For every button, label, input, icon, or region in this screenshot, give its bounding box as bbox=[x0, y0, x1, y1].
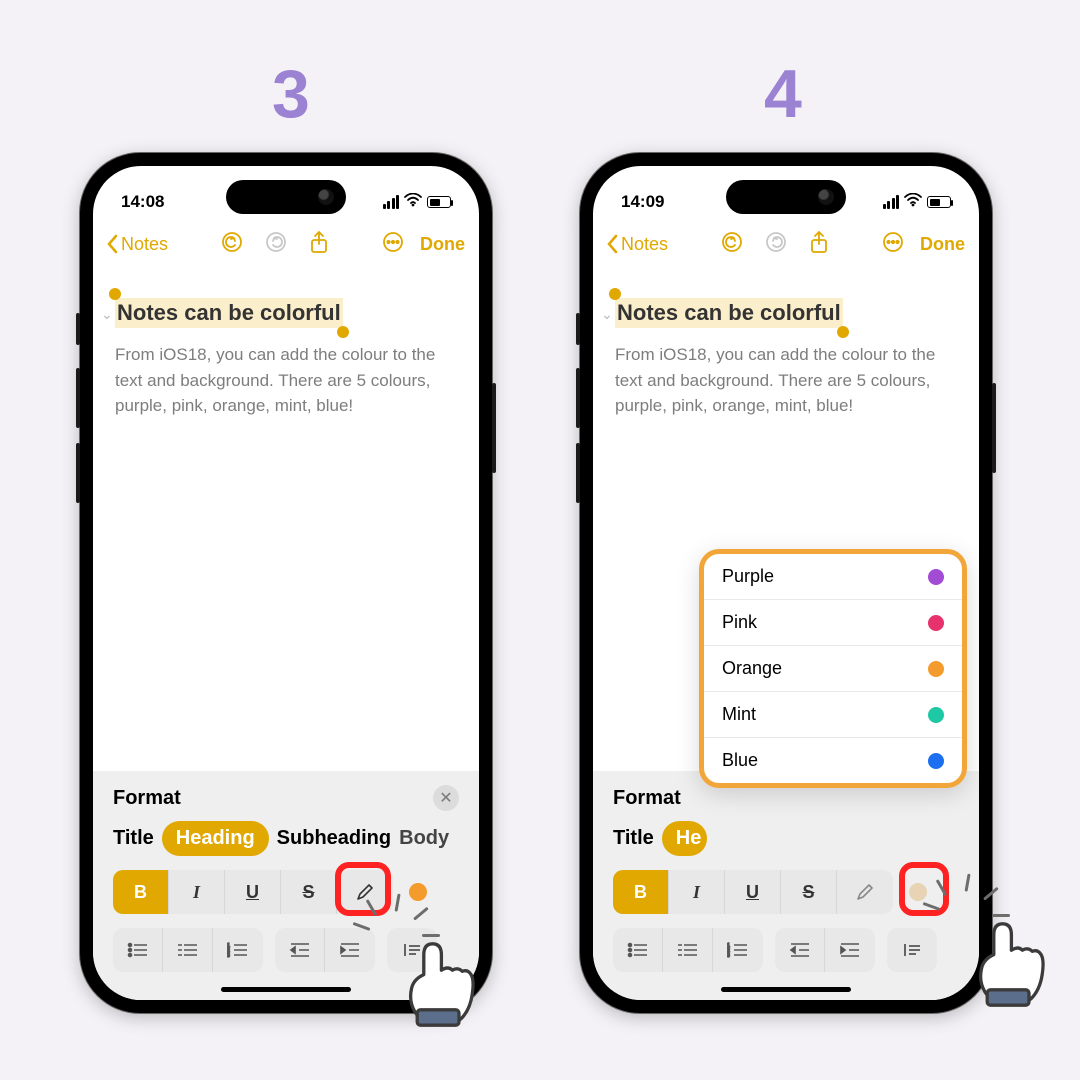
collapse-chevron-icon[interactable]: ⌄ bbox=[601, 306, 613, 323]
phone-left: 14:08 Notes Done bbox=[80, 153, 492, 1013]
number-list-button[interactable]: 123 bbox=[713, 928, 763, 972]
more-icon[interactable] bbox=[382, 231, 404, 258]
number-list-button[interactable]: 123 bbox=[213, 928, 263, 972]
home-indicator[interactable] bbox=[721, 987, 851, 992]
style-title[interactable]: Title bbox=[113, 827, 154, 850]
highlight-pencil-button[interactable] bbox=[337, 870, 393, 914]
note-body-text[interactable]: From iOS18, you can add the colour to th… bbox=[615, 342, 957, 419]
color-option-blue[interactable]: Blue bbox=[704, 738, 962, 783]
phone-right: 14:09 Notes Done bbox=[580, 153, 992, 1013]
dash-list-button[interactable] bbox=[163, 928, 213, 972]
color-dot bbox=[928, 707, 944, 723]
nav-bar: Notes Done bbox=[593, 222, 979, 266]
color-label: Purple bbox=[722, 566, 774, 587]
close-icon[interactable]: ✕ bbox=[433, 785, 459, 811]
text-color-swatch[interactable] bbox=[909, 883, 927, 901]
share-icon[interactable] bbox=[309, 230, 329, 259]
underline-button[interactable]: U bbox=[725, 870, 781, 914]
color-option-orange[interactable]: Orange bbox=[704, 646, 962, 692]
color-label: Mint bbox=[722, 704, 756, 725]
more-icon[interactable] bbox=[882, 231, 904, 258]
format-panel: Format Title He B I U S bbox=[593, 771, 979, 1000]
color-label: Orange bbox=[722, 658, 782, 679]
color-option-purple[interactable]: Purple bbox=[704, 554, 962, 600]
back-label: Notes bbox=[621, 234, 668, 255]
status-bar: 14:09 bbox=[593, 166, 979, 222]
note-title-selected[interactable]: Notes can be colorful bbox=[115, 298, 343, 328]
done-button[interactable]: Done bbox=[420, 234, 465, 255]
italic-button[interactable]: I bbox=[169, 870, 225, 914]
signal-icon bbox=[383, 195, 400, 209]
status-bar: 14:08 bbox=[93, 166, 479, 222]
redo-icon bbox=[265, 231, 287, 258]
style-heading[interactable]: Heading bbox=[162, 821, 269, 856]
strike-button[interactable]: S bbox=[281, 870, 337, 914]
style-body[interactable]: Body bbox=[399, 827, 449, 850]
style-title[interactable]: Title bbox=[613, 827, 654, 850]
pointer-hand-icon bbox=[952, 904, 1062, 1014]
wifi-icon bbox=[404, 193, 422, 212]
pointer-hand-icon bbox=[382, 924, 492, 1034]
color-dot bbox=[928, 569, 944, 585]
color-dot bbox=[928, 661, 944, 677]
battery-icon bbox=[927, 196, 951, 208]
color-picker-popup: Purple Pink Orange Mint Blue bbox=[699, 549, 967, 788]
undo-icon[interactable] bbox=[721, 231, 743, 258]
format-title: Format bbox=[113, 787, 181, 810]
highlight-pencil-button[interactable] bbox=[837, 870, 893, 914]
clock: 14:09 bbox=[621, 192, 664, 212]
clock: 14:08 bbox=[121, 192, 164, 212]
indent-button[interactable] bbox=[325, 928, 375, 972]
strike-button[interactable]: S bbox=[781, 870, 837, 914]
svg-text:3: 3 bbox=[727, 953, 730, 958]
color-label: Blue bbox=[722, 750, 758, 771]
underline-button[interactable]: U bbox=[225, 870, 281, 914]
color-dot bbox=[928, 753, 944, 769]
bold-button[interactable]: B bbox=[113, 870, 169, 914]
bullet-list-button[interactable] bbox=[613, 928, 663, 972]
redo-icon bbox=[765, 231, 787, 258]
note-body-text[interactable]: From iOS18, you can add the colour to th… bbox=[115, 342, 457, 419]
style-heading[interactable]: He bbox=[662, 821, 708, 856]
bullet-list-button[interactable] bbox=[113, 928, 163, 972]
color-option-mint[interactable]: Mint bbox=[704, 692, 962, 738]
color-label: Pink bbox=[722, 612, 757, 633]
format-title: Format bbox=[613, 787, 681, 810]
home-indicator[interactable] bbox=[221, 987, 351, 992]
color-dot bbox=[928, 615, 944, 631]
block-quote-button[interactable] bbox=[887, 928, 937, 972]
wifi-icon bbox=[904, 193, 922, 212]
step-number-3: 3 bbox=[272, 55, 311, 133]
back-button[interactable]: Notes bbox=[607, 234, 668, 255]
battery-icon bbox=[427, 196, 451, 208]
note-title-selected[interactable]: Notes can be colorful bbox=[615, 298, 843, 328]
step-number-4: 4 bbox=[764, 55, 803, 133]
nav-bar: Notes Done bbox=[93, 222, 479, 266]
italic-button[interactable]: I bbox=[669, 870, 725, 914]
svg-text:3: 3 bbox=[227, 953, 230, 958]
outdent-button[interactable] bbox=[275, 928, 325, 972]
text-color-swatch[interactable] bbox=[409, 883, 427, 901]
back-label: Notes bbox=[121, 234, 168, 255]
collapse-chevron-icon[interactable]: ⌄ bbox=[101, 306, 113, 323]
undo-icon[interactable] bbox=[221, 231, 243, 258]
color-option-pink[interactable]: Pink bbox=[704, 600, 962, 646]
style-subheading[interactable]: Subheading bbox=[277, 827, 391, 850]
indent-button[interactable] bbox=[825, 928, 875, 972]
dash-list-button[interactable] bbox=[663, 928, 713, 972]
bold-button[interactable]: B bbox=[613, 870, 669, 914]
back-button[interactable]: Notes bbox=[107, 234, 168, 255]
outdent-button[interactable] bbox=[775, 928, 825, 972]
done-button[interactable]: Done bbox=[920, 234, 965, 255]
signal-icon bbox=[883, 195, 900, 209]
share-icon[interactable] bbox=[809, 230, 829, 259]
